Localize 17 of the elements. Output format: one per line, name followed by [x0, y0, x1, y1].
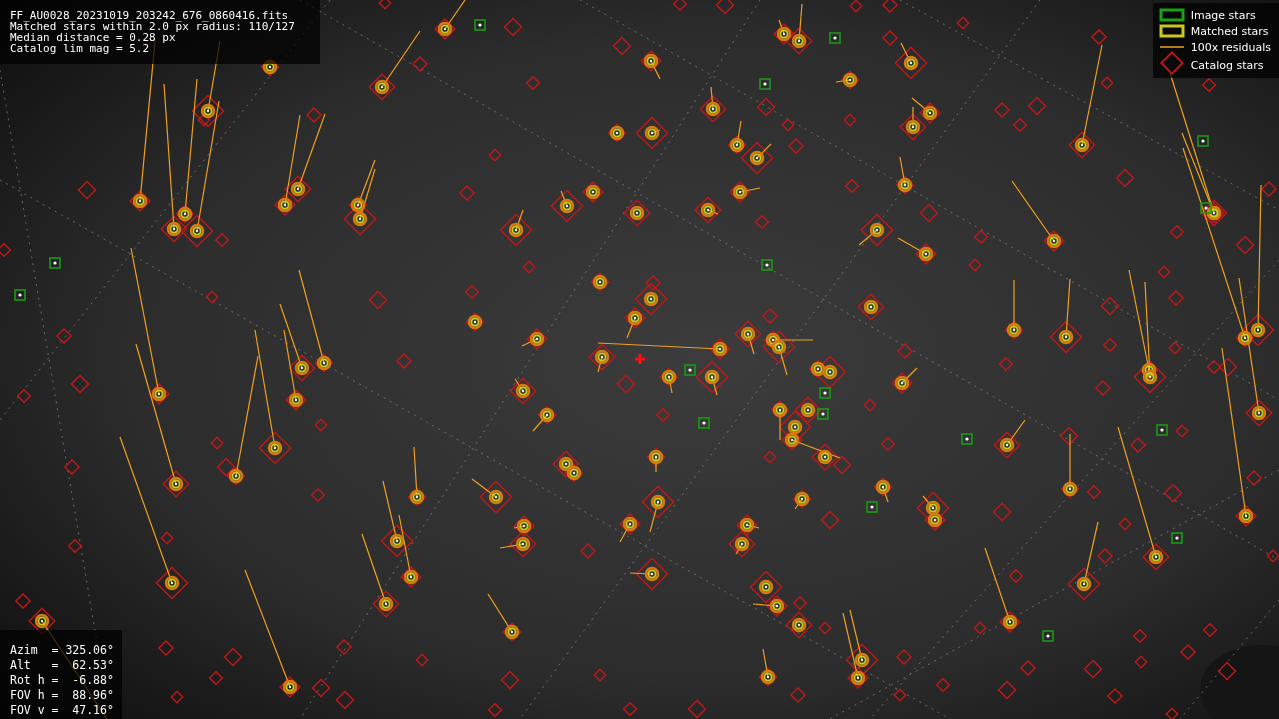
- legend-label: 100x residuals: [1190, 41, 1271, 53]
- pointing-line: FOV h = 88.96°: [10, 688, 112, 703]
- legend-label: Image stars: [1190, 9, 1256, 21]
- info-line: FF_AU0028_20231019_203242_676_0860416.fits: [10, 10, 290, 21]
- pointing-line: FOV v = 47.16°: [10, 703, 112, 718]
- line-icon: [1158, 46, 1185, 48]
- pointing-line: Rot h = -6.88°: [10, 673, 112, 688]
- pointing-line: Azim = 325.06°: [10, 643, 112, 658]
- info-line: Catalog lim mag = 5.2: [10, 43, 151, 54]
- diamond-icon: [1158, 51, 1185, 75]
- pointing-line: Alt = 62.53°: [10, 658, 112, 673]
- rectangle-icon: [1158, 7, 1185, 23]
- info-line: Median distance = 0.28 px: [10, 32, 176, 43]
- info-line: Matched stars within 2.0 px radius: 110/127: [10, 21, 296, 32]
- legend-label: Matched stars: [1190, 25, 1269, 37]
- rectangle-icon: [1158, 23, 1185, 39]
- legend-label: Catalog stars: [1190, 59, 1264, 71]
